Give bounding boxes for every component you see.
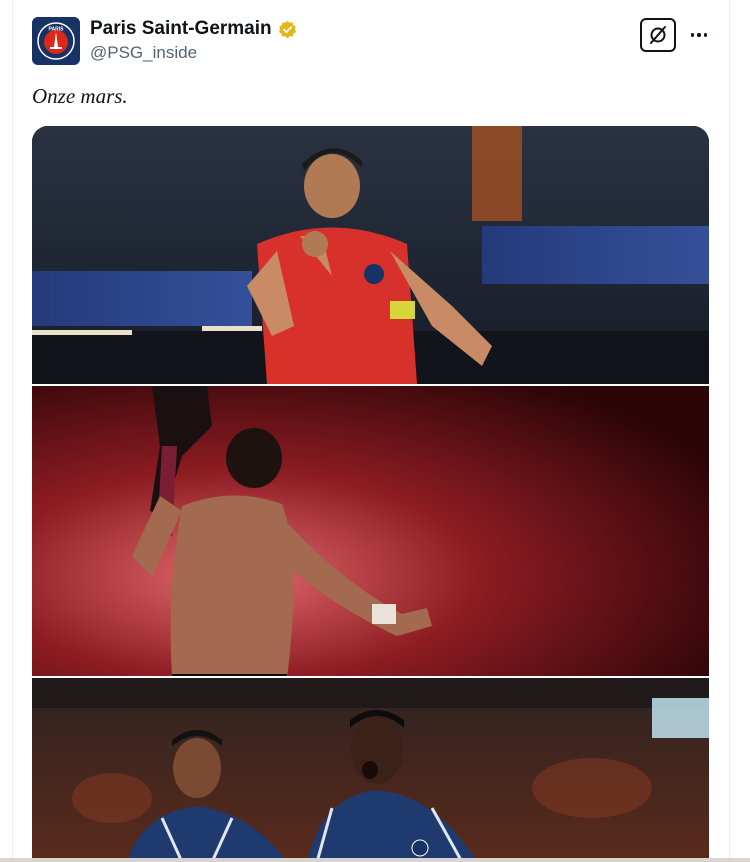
photo-3-image <box>32 678 709 862</box>
photo-2[interactable] <box>32 384 709 676</box>
more-dot <box>690 33 695 37</box>
author-name[interactable]: Paris Saint-Germain <box>90 18 272 40</box>
photo-1[interactable] <box>32 126 709 384</box>
avatar-logo-text: PARIS <box>49 27 65 33</box>
photo-2-image <box>32 386 709 676</box>
author-avatar[interactable]: PARIS <box>32 17 80 65</box>
grok-button[interactable] <box>640 18 676 52</box>
post-text: Onze mars. <box>32 84 128 108</box>
more-dot <box>697 33 701 37</box>
verified-badge-icon <box>278 20 296 38</box>
author-name-row: Paris Saint-Germain <box>90 18 297 40</box>
psg-logo-icon: PARIS <box>37 22 75 60</box>
photo-3[interactable] <box>32 676 709 862</box>
media-gallery[interactable] <box>32 126 709 862</box>
more-dot <box>703 33 708 37</box>
bottom-divider <box>0 858 750 862</box>
photo-1-image <box>32 126 709 384</box>
more-options-button[interactable] <box>688 24 710 46</box>
grok-icon <box>650 26 666 44</box>
author-handle[interactable]: @PSG_inside <box>90 43 197 63</box>
